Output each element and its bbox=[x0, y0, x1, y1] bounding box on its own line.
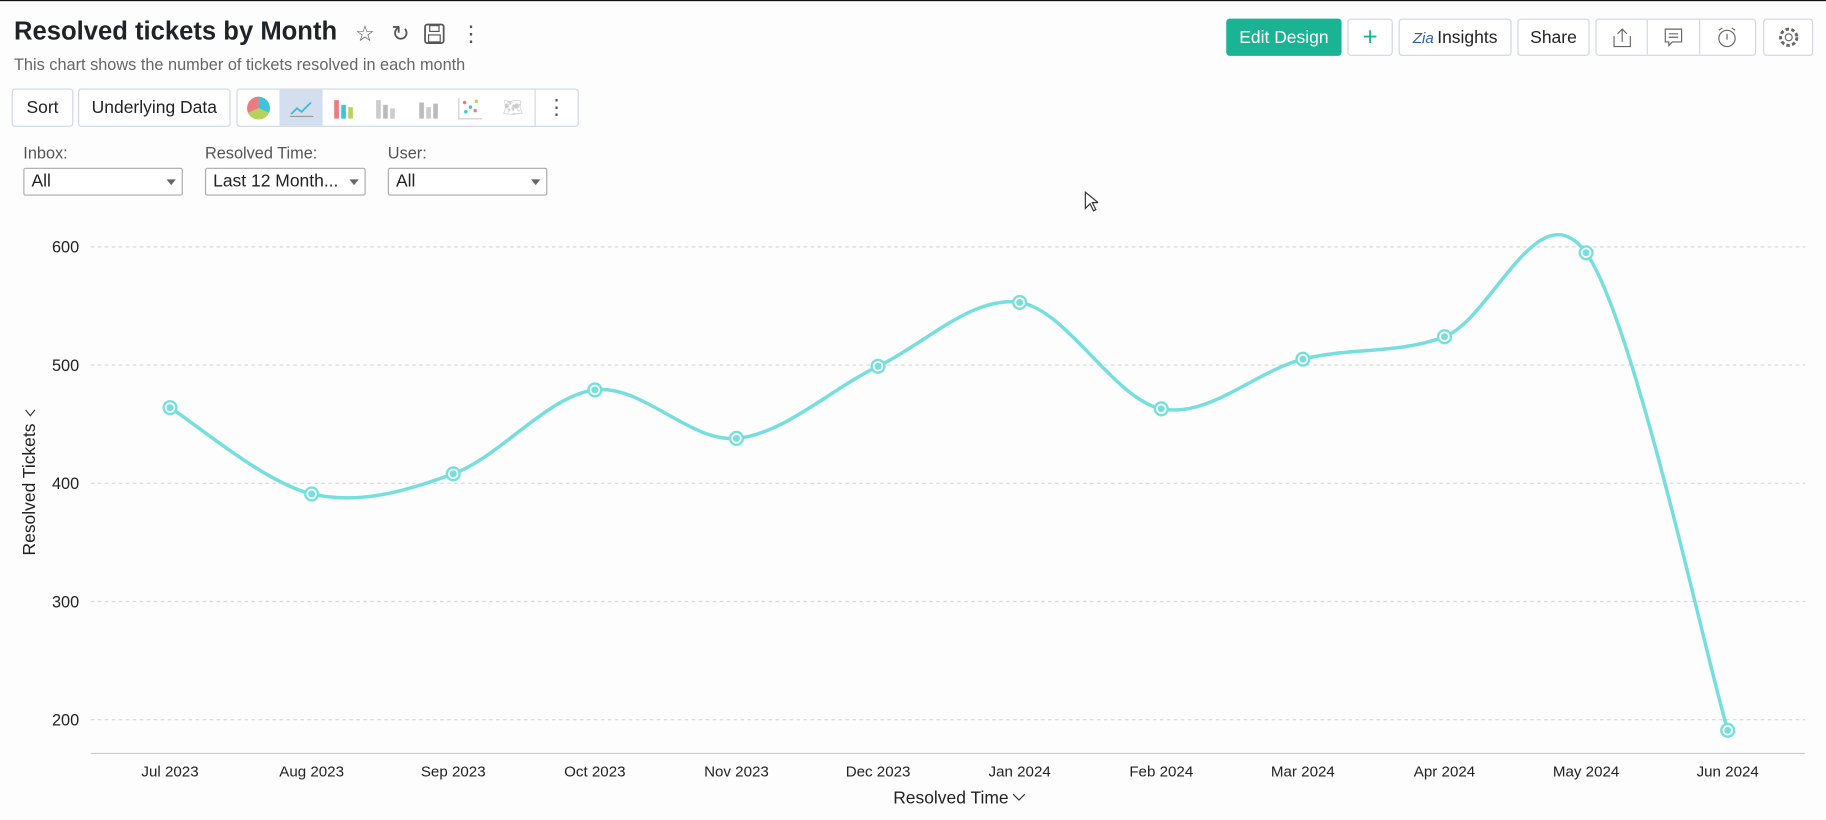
x-tick-label: Jul 2023 bbox=[141, 764, 198, 781]
x-tick-label: Aug 2023 bbox=[279, 764, 344, 781]
x-tick-label: Apr 2024 bbox=[1414, 764, 1475, 781]
x-tick-label: Nov 2023 bbox=[704, 764, 769, 781]
x-tick-label: Jun 2024 bbox=[1697, 764, 1759, 781]
data-point-center bbox=[1582, 249, 1590, 257]
line-chart: 200 300 400 500 600 Jul 2023 Aug 2023 Sep 2023… bbox=[19, 233, 1806, 808]
y-tick-label: 200 bbox=[52, 712, 79, 730]
data-point-center bbox=[1299, 355, 1307, 363]
x-axis-chevron-icon[interactable] bbox=[1012, 793, 1026, 801]
x-tick-label: Jan 2024 bbox=[989, 764, 1051, 781]
y-tick-label: 500 bbox=[52, 357, 79, 375]
x-tick-label: Feb 2024 bbox=[1129, 764, 1193, 781]
data-point-center bbox=[1441, 333, 1448, 341]
x-tick-label: Sep 2023 bbox=[421, 764, 486, 781]
data-point-center bbox=[1157, 405, 1165, 413]
data-point-center bbox=[308, 490, 316, 498]
data-point-center bbox=[1724, 726, 1732, 734]
x-axis-title[interactable]: Resolved Time bbox=[893, 788, 1008, 808]
y-axis-title[interactable]: Resolved Tickets bbox=[19, 423, 39, 555]
y-tick-label: 600 bbox=[52, 239, 79, 257]
y-tick-label: 300 bbox=[52, 593, 79, 611]
x-tick-label: May 2024 bbox=[1553, 764, 1619, 781]
y-tick-label: 400 bbox=[52, 475, 79, 493]
data-point-center bbox=[732, 434, 740, 442]
data-point-center bbox=[449, 470, 457, 478]
data-point-center bbox=[1016, 298, 1024, 306]
data-point-center bbox=[591, 386, 599, 394]
data-point-center bbox=[874, 362, 882, 370]
x-tick-label: Oct 2023 bbox=[564, 764, 625, 781]
x-tick-label: Dec 2023 bbox=[846, 764, 911, 781]
y-axis-chevron-icon[interactable] bbox=[25, 409, 36, 417]
data-point-center bbox=[166, 404, 174, 412]
mouse-cursor-icon bbox=[1084, 190, 1099, 212]
series-line bbox=[169, 233, 1730, 731]
chart-view: Resolved tickets by Month This chart sho… bbox=[0, 0, 1826, 820]
x-tick-label: Mar 2024 bbox=[1271, 764, 1335, 781]
